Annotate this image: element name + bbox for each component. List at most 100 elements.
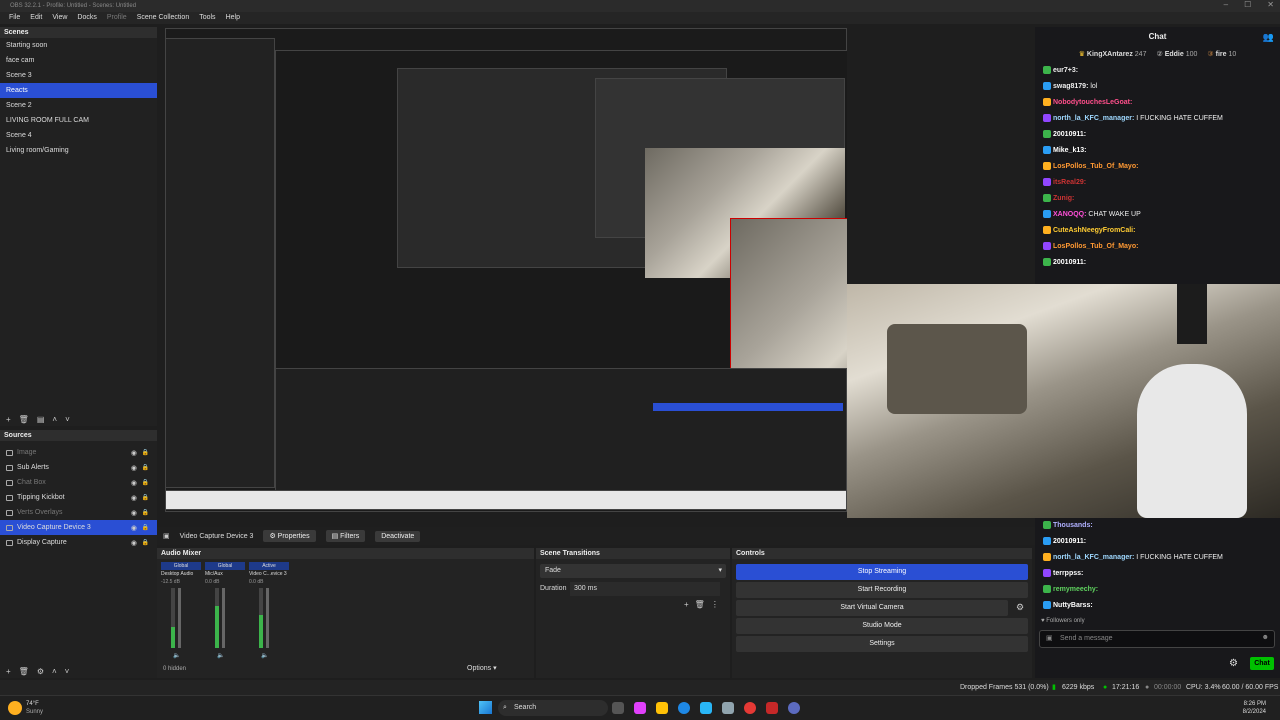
weather-widget[interactable]: 74°F Sunny [26, 700, 43, 716]
filters-button[interactable]: ▤ Filters [325, 530, 366, 542]
chat-username[interactable]: swag8179: [1053, 83, 1088, 90]
chat-username[interactable]: Zunig: [1053, 195, 1074, 202]
chat-username[interactable]: remymeechy: [1053, 586, 1098, 593]
mixer-channel-name[interactable]: Video C...evice 3 [249, 571, 293, 577]
options-button[interactable]: Options ▾ [467, 664, 497, 672]
chat-username[interactable]: Mike_k13: [1053, 147, 1086, 154]
volume-slider[interactable] [266, 588, 269, 648]
lock-icon[interactable]: 🔒 [142, 449, 149, 456]
mixer-channel-name[interactable]: Desktop Audio [161, 571, 205, 577]
speaker-icon[interactable]: 🔈 [217, 652, 224, 659]
properties-button[interactable]: ⚙ Properties [263, 530, 316, 542]
chat-username[interactable]: CuteAshNeegyFromCali: [1053, 227, 1135, 234]
preview-canvas[interactable] [165, 28, 847, 512]
eye-icon[interactable]: ◉ [131, 479, 137, 487]
lock-icon[interactable]: 🔒 [142, 524, 149, 531]
start-recording-button[interactable]: Start Recording [736, 582, 1028, 598]
clock[interactable]: 8:26 PM 8/2/2024 [1243, 700, 1266, 716]
windows-start-icon[interactable] [479, 701, 492, 714]
gear-icon[interactable]: ⚙ [1016, 602, 1024, 613]
scene-item[interactable]: Living room/Gaming [0, 143, 157, 158]
virtual-camera-button[interactable]: Start Virtual Camera [736, 600, 1008, 616]
lock-icon[interactable]: 🔒 [142, 539, 149, 546]
minimize-icon[interactable]: – [1224, 0, 1228, 9]
volume-slider[interactable] [222, 588, 225, 648]
lock-icon[interactable]: 🔒 [142, 479, 149, 486]
menu-help[interactable]: Help [221, 12, 245, 24]
source-item[interactable]: Tipping Kickbot ◉ 🔒 [0, 490, 157, 505]
trash-icon[interactable]: 🗑 [695, 600, 705, 609]
menu-edit[interactable]: Edit [25, 12, 47, 24]
app-icon[interactable] [722, 702, 734, 714]
chat-username[interactable]: north_la_KFC_manager: [1053, 115, 1134, 122]
trash-icon[interactable]: 🗑 [19, 415, 29, 424]
add-icon[interactable]: + [6, 667, 11, 676]
down-icon[interactable]: ˅ [65, 415, 70, 424]
down-icon[interactable]: ˅ [65, 667, 70, 676]
up-icon[interactable]: ˄ [52, 667, 57, 676]
eye-icon[interactable]: ◉ [131, 524, 137, 532]
maximize-icon[interactable]: ☐ [1244, 0, 1251, 9]
chat-input[interactable]: Send a message ▣ ☻ [1039, 630, 1275, 648]
stop-streaming-button[interactable]: Stop Streaming [736, 564, 1028, 580]
add-icon[interactable]: + [684, 600, 689, 609]
studio-mode-button[interactable]: Studio Mode [736, 618, 1028, 634]
volume-slider[interactable] [178, 588, 181, 648]
store-icon[interactable] [700, 702, 712, 714]
chat-username[interactable]: 20010911: [1053, 259, 1086, 266]
source-item[interactable]: Chat Box ◉ 🔒 [0, 475, 157, 490]
app-icon[interactable] [766, 702, 778, 714]
chat-username[interactable]: NobodytouchesLeGoat: [1053, 99, 1132, 106]
settings-button[interactable]: Settings [736, 636, 1028, 652]
obs-icon[interactable] [788, 702, 800, 714]
trash-icon[interactable]: 🗑 [19, 667, 29, 676]
source-item-selected[interactable]: Video Capture Device 3 ◉ 🔒 [0, 520, 157, 535]
source-item[interactable]: Sub Alerts ◉ 🔒 [0, 460, 157, 475]
scene-item[interactable]: face cam [0, 53, 157, 68]
more-icon[interactable]: ⋮ [711, 600, 719, 609]
deactivate-button[interactable]: Deactivate [375, 530, 421, 542]
menu-docks[interactable]: Docks [72, 12, 101, 24]
eye-icon[interactable]: ◉ [131, 494, 137, 502]
gear-icon[interactable]: ⚙ [1229, 658, 1238, 669]
chat-username[interactable]: eur7+3: [1053, 67, 1078, 74]
source-item[interactable]: Image ◉ 🔒 [0, 445, 157, 460]
chrome-icon[interactable] [744, 702, 756, 714]
source-item[interactable]: Verts Overlays ◉ 🔒 [0, 505, 157, 520]
chat-username[interactable]: 20010911: [1053, 538, 1086, 545]
chat-username[interactable]: itsReal29: [1053, 179, 1086, 186]
scene-item[interactable]: Scene 3 [0, 68, 157, 83]
app-icon[interactable] [634, 702, 646, 714]
lock-icon[interactable]: 🔒 [142, 494, 149, 501]
add-icon[interactable]: + [6, 415, 11, 424]
speaker-icon[interactable]: 🔈 [261, 652, 268, 659]
eye-icon[interactable]: ◉ [131, 449, 137, 457]
transition-select[interactable]: Fade ▾ [540, 564, 726, 578]
menu-tools[interactable]: Tools [194, 12, 220, 24]
scene-item[interactable]: Scene 2 [0, 98, 157, 113]
chat-send-button[interactable]: Chat [1250, 657, 1274, 670]
duration-input[interactable]: 300 ms [570, 582, 720, 596]
weather-icon[interactable] [8, 701, 22, 715]
menu-view[interactable]: View [47, 12, 72, 24]
chat-username[interactable]: LosPollos_Tub_Of_Mayo: [1053, 243, 1138, 250]
chat-username[interactable]: XANOQQ: [1053, 211, 1086, 218]
chat-badge-icon[interactable]: ▣ [1046, 634, 1053, 642]
emote-icon[interactable]: ☻ [1262, 634, 1269, 641]
close-icon[interactable]: ✕ [1267, 0, 1274, 9]
chat-username[interactable]: Thousands: [1053, 522, 1093, 529]
task-view-icon[interactable] [612, 702, 624, 714]
eye-icon[interactable]: ◉ [131, 464, 137, 472]
speaker-icon[interactable]: 🔈 [173, 652, 180, 659]
chat-username[interactable]: NuttyBarss: [1053, 602, 1093, 609]
chat-username[interactable]: north_la_KFC_manager: [1053, 554, 1134, 561]
menu-profile[interactable]: Profile [102, 12, 132, 24]
mixer-channel-name[interactable]: Mic/Aux [205, 571, 249, 577]
menu-file[interactable]: File [4, 12, 25, 24]
filter-icon[interactable]: ▤ [37, 415, 45, 424]
scene-item[interactable]: Starting soon [0, 38, 157, 53]
scene-item[interactable]: Scene 4 [0, 128, 157, 143]
source-item[interactable]: Display Capture ◉ 🔒 [0, 535, 157, 550]
scene-item[interactable]: LIVING ROOM FULL CAM [0, 113, 157, 128]
menu-scene-collection[interactable]: Scene Collection [132, 12, 195, 24]
